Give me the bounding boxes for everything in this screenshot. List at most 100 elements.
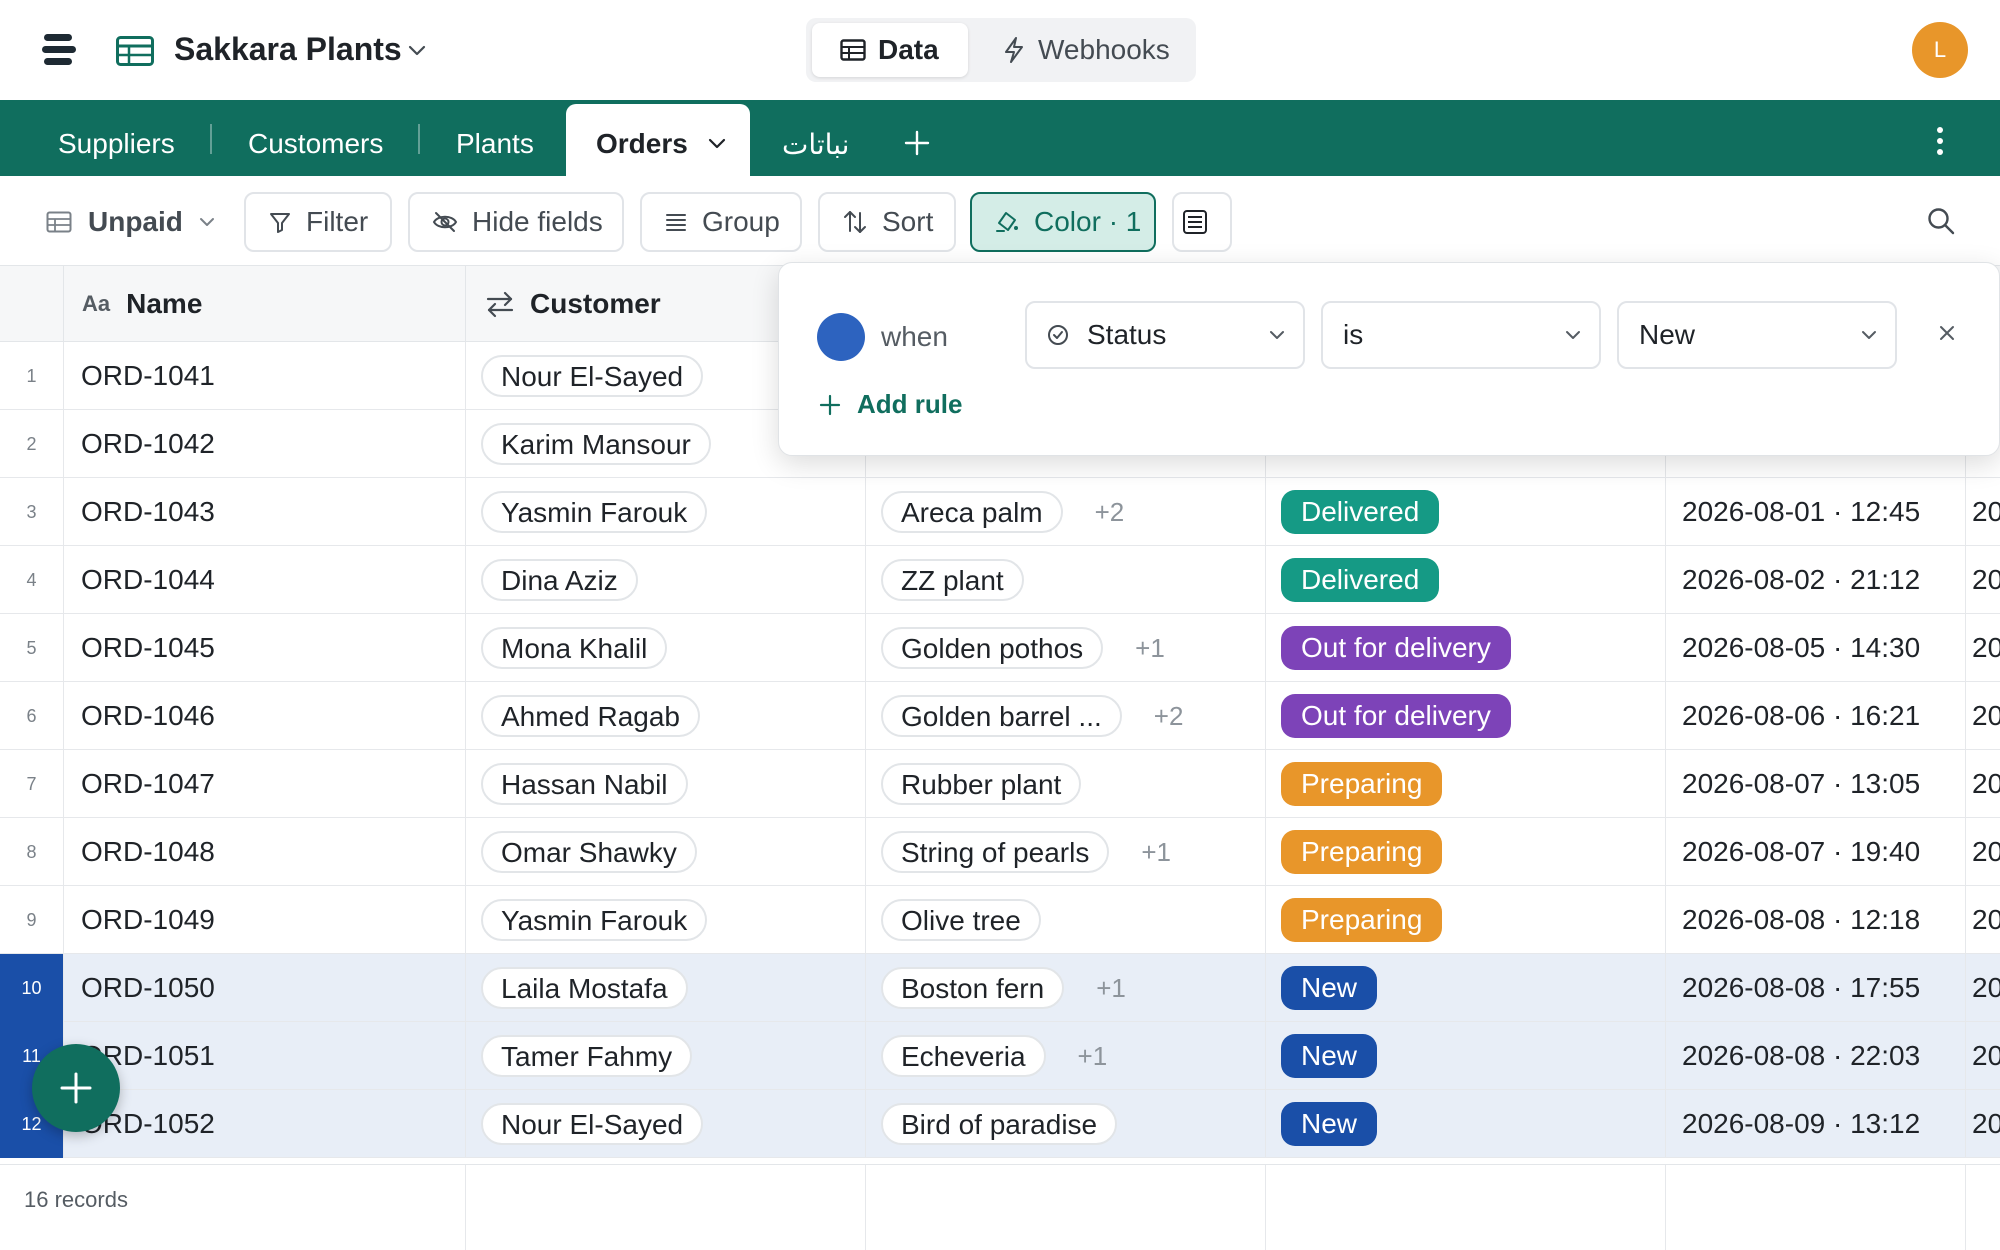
chevron-down-icon[interactable]	[706, 132, 728, 154]
table-row[interactable]: 4 ORD-1044 Dina Aziz ZZ plant Delivered 2026-…	[0, 546, 2000, 614]
row-number[interactable]: 2	[0, 410, 64, 478]
cell-status[interactable]: New	[1266, 1022, 1666, 1090]
cell-name[interactable]: ORD-1044	[64, 546, 466, 614]
customer-chip[interactable]: Laila Mostafa	[481, 967, 688, 1009]
table-row[interactable]: 12 ORD-1052 Nour El-Sayed Bird of paradise N…	[0, 1090, 2000, 1158]
plant-chip[interactable]: Rubber plant	[881, 763, 1082, 805]
cell-plants[interactable]: ZZ plant	[866, 546, 1266, 614]
app-logo-icon[interactable]	[40, 32, 80, 68]
plant-chip[interactable]: Olive tree	[881, 899, 1041, 941]
cell-name[interactable]: ORD-1048	[64, 818, 466, 886]
operator-select[interactable]: is	[1321, 301, 1601, 369]
cell-plants[interactable]: Rubber plant	[866, 750, 1266, 818]
value-select[interactable]: New	[1617, 301, 1897, 369]
plant-chip[interactable]: Echeveria	[881, 1035, 1046, 1077]
table-row[interactable]: 3 ORD-1043 Yasmin Farouk Areca palm +2 Delive…	[0, 478, 2000, 546]
customer-chip[interactable]: Ahmed Ragab	[481, 695, 701, 737]
hide-fields-button[interactable]: Hide fields	[408, 192, 624, 252]
webhooks-tab-button[interactable]: Webhooks	[986, 23, 1186, 77]
tab-orders[interactable]: Orders	[566, 104, 750, 176]
cell-customer[interactable]: Laila Mostafa	[466, 954, 866, 1022]
cell-name[interactable]: ORD-1050	[64, 954, 466, 1022]
customer-chip[interactable]: Tamer Fahmy	[481, 1035, 693, 1077]
cell-next-column[interactable]: 20	[1966, 750, 2000, 818]
row-number[interactable]: 5	[0, 614, 64, 682]
cell-customer[interactable]: Dina Aziz	[466, 546, 866, 614]
customer-chip[interactable]: Nour El-Sayed	[481, 355, 704, 397]
more-linked-count[interactable]: +1	[1096, 973, 1126, 1004]
cell-plants[interactable]: Olive tree	[866, 886, 1266, 954]
plant-chip[interactable]: String of pearls	[881, 831, 1110, 873]
cell-next-column[interactable]: 20	[1966, 614, 2000, 682]
customer-chip[interactable]: Yasmin Farouk	[481, 899, 708, 941]
cell-plants[interactable]: String of pearls +1	[866, 818, 1266, 886]
row-number[interactable]: 9	[0, 886, 64, 954]
cell-next-column[interactable]: 20	[1966, 1090, 2000, 1158]
tab-plants[interactable]: Plants	[456, 128, 534, 160]
cell-customer[interactable]: Nour El-Sayed	[466, 1090, 866, 1158]
cell-status[interactable]: Delivered	[1266, 478, 1666, 546]
view-selector[interactable]: Unpaid	[46, 206, 217, 238]
add-table-icon[interactable]	[904, 130, 930, 156]
plant-chip[interactable]: Bird of paradise	[881, 1103, 1118, 1145]
cell-status[interactable]: New	[1266, 1090, 1666, 1158]
row-number[interactable]: 10	[0, 954, 64, 1022]
cell-plants[interactable]: Echeveria +1	[866, 1022, 1266, 1090]
cell-plants[interactable]: Boston fern +1	[866, 954, 1266, 1022]
cell-name[interactable]: ORD-1045	[64, 614, 466, 682]
cell-plants[interactable]: Golden pothos +1	[866, 614, 1266, 682]
chevron-down-icon[interactable]	[405, 38, 429, 62]
customer-chip[interactable]: Karim Mansour	[481, 423, 711, 465]
cell-date[interactable]: 2026-08-07 · 19:40	[1666, 818, 1966, 886]
customer-chip[interactable]: Hassan Nabil	[481, 763, 688, 805]
cell-plants[interactable]: Golden barrel ... +2	[866, 682, 1266, 750]
table-row[interactable]: 11 ORD-1051 Tamer Fahmy Echeveria +1 New 2026-…	[0, 1022, 2000, 1090]
sort-button[interactable]: Sort	[818, 192, 956, 252]
plant-chip[interactable]: Boston fern	[881, 967, 1065, 1009]
more-linked-count[interactable]: +1	[1141, 837, 1171, 868]
plant-chip[interactable]: ZZ plant	[881, 559, 1024, 601]
cell-status[interactable]: Out for delivery	[1266, 682, 1666, 750]
cell-status[interactable]: Preparing	[1266, 818, 1666, 886]
cell-status[interactable]: Out for delivery	[1266, 614, 1666, 682]
cell-name[interactable]: ORD-1049	[64, 886, 466, 954]
cell-customer[interactable]: Omar Shawky	[466, 818, 866, 886]
row-height-button[interactable]	[1172, 192, 1232, 252]
customer-chip[interactable]: Nour El-Sayed	[481, 1103, 704, 1145]
cell-name[interactable]: ORD-1051	[64, 1022, 466, 1090]
cell-date[interactable]: 2026-08-08 · 12:18	[1666, 886, 1966, 954]
table-row[interactable]: 10 ORD-1050 Laila Mostafa Boston fern +1 New 2…	[0, 954, 2000, 1022]
filter-button[interactable]: Filter	[244, 192, 392, 252]
cell-name[interactable]: ORD-1052	[64, 1090, 466, 1158]
cell-name[interactable]: ORD-1041	[64, 342, 466, 410]
cell-date[interactable]: 2026-08-02 · 21:12	[1666, 546, 1966, 614]
column-header-name[interactable]: Aa Name	[64, 266, 466, 342]
tab-customers[interactable]: Customers	[248, 128, 383, 160]
cell-next-column[interactable]: 20	[1966, 886, 2000, 954]
cell-next-column[interactable]: 20	[1966, 818, 2000, 886]
cell-date[interactable]: 2026-08-05 · 14:30	[1666, 614, 1966, 682]
cell-customer[interactable]: Ahmed Ragab	[466, 682, 866, 750]
cell-next-column[interactable]: 20	[1966, 546, 2000, 614]
cell-next-column[interactable]: 20	[1966, 478, 2000, 546]
table-row[interactable]: 7 ORD-1047 Hassan Nabil Rubber plant Prepari…	[0, 750, 2000, 818]
row-number[interactable]: 3	[0, 478, 64, 546]
cell-name[interactable]: ORD-1046	[64, 682, 466, 750]
cell-next-column[interactable]: 20	[1966, 682, 2000, 750]
cell-customer[interactable]: Yasmin Farouk	[466, 886, 866, 954]
remove-rule-icon[interactable]	[1935, 321, 1959, 345]
table-row[interactable]: 8 ORD-1048 Omar Shawky String of pearls +1 Pr…	[0, 818, 2000, 886]
field-select[interactable]: Status	[1025, 301, 1305, 369]
plant-chip[interactable]: Golden pothos	[881, 627, 1104, 669]
color-button[interactable]: Color · 1	[970, 192, 1156, 252]
cell-date[interactable]: 2026-08-08 · 17:55	[1666, 954, 1966, 1022]
more-linked-count[interactable]: +1	[1135, 633, 1165, 664]
cell-status[interactable]: Preparing	[1266, 750, 1666, 818]
cell-customer[interactable]: Mona Khalil	[466, 614, 866, 682]
customer-chip[interactable]: Yasmin Farouk	[481, 491, 708, 533]
customer-chip[interactable]: Omar Shawky	[481, 831, 697, 873]
cell-customer[interactable]: Yasmin Farouk	[466, 478, 866, 546]
table-row[interactable]: 9 ORD-1049 Yasmin Farouk Olive tree Preparin…	[0, 886, 2000, 954]
row-number[interactable]: 6	[0, 682, 64, 750]
row-number[interactable]: 8	[0, 818, 64, 886]
